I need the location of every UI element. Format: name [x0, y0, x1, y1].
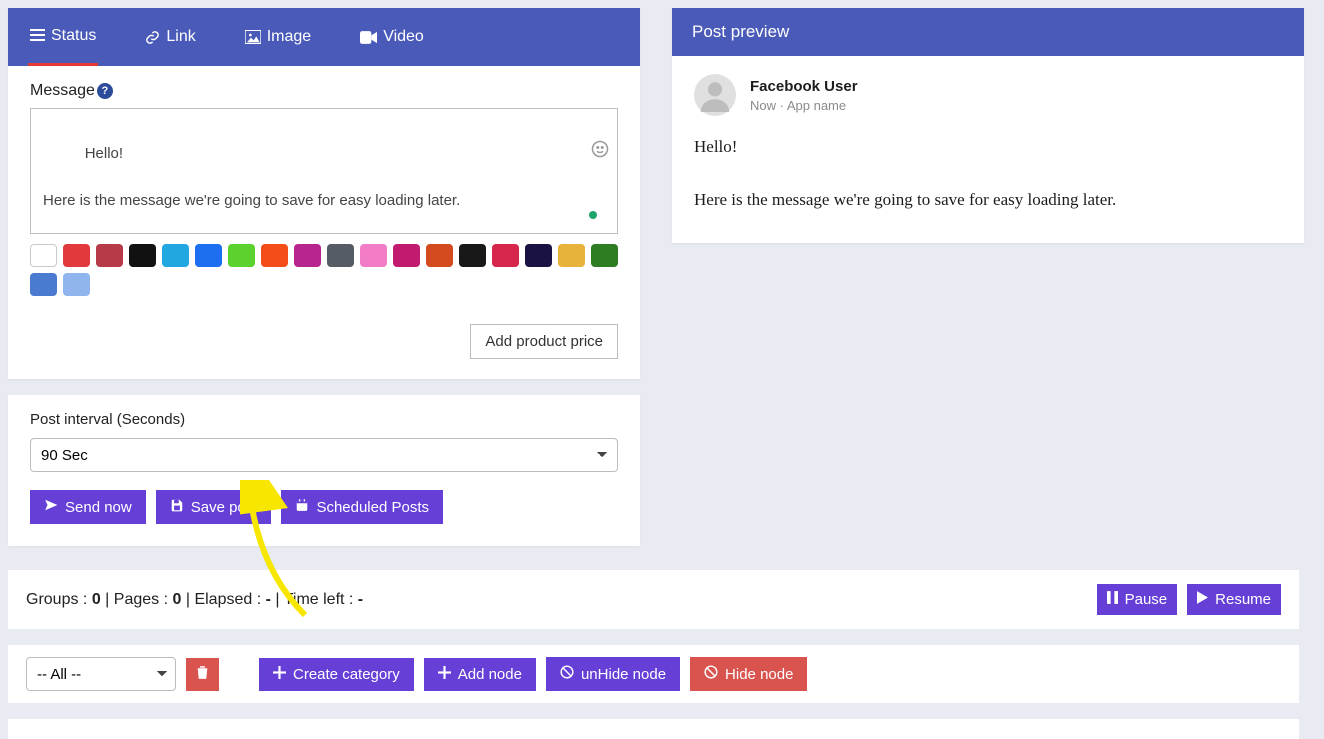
ban-icon	[560, 665, 574, 683]
link-icon	[145, 30, 160, 45]
resume-button[interactable]: Resume	[1187, 584, 1281, 615]
bg-swatch[interactable]	[294, 244, 321, 267]
bg-swatch[interactable]	[525, 244, 552, 267]
status-dot-icon	[589, 211, 597, 219]
pause-button[interactable]: Pause	[1097, 584, 1178, 615]
emoji-icon[interactable]	[541, 117, 609, 189]
tab-image[interactable]: Image	[243, 10, 313, 64]
help-icon[interactable]: ?	[97, 83, 113, 99]
node-toolbar: -- All -- Create category Add node unHid…	[8, 645, 1299, 703]
avatar-icon	[694, 74, 736, 116]
preview-body: Hello! Here is the message we're going t…	[694, 134, 1282, 213]
bg-swatch[interactable]	[162, 244, 189, 267]
tab-video[interactable]: Video	[358, 10, 426, 64]
tab-video-label: Video	[383, 28, 424, 46]
play-icon	[1197, 591, 1208, 608]
bg-swatch[interactable]	[591, 244, 618, 267]
bg-swatch[interactable]	[459, 244, 486, 267]
bg-swatch-row	[30, 244, 618, 296]
calendar-icon	[295, 498, 309, 516]
bg-swatch[interactable]	[558, 244, 585, 267]
tab-status-label: Status	[51, 27, 96, 45]
bg-swatch[interactable]	[393, 244, 420, 267]
category-filter-select[interactable]: -- All --	[26, 657, 176, 691]
bg-swatch[interactable]	[195, 244, 222, 267]
preview-title: Post preview	[672, 8, 1304, 56]
post-type-tabs: Status Link Image	[8, 8, 640, 66]
plus-icon	[438, 666, 451, 683]
message-textarea[interactable]: Hello! Here is the message we're going t…	[30, 108, 618, 234]
bg-swatch[interactable]	[327, 244, 354, 267]
bg-swatch[interactable]	[492, 244, 519, 267]
save-post-button[interactable]: Save post	[156, 490, 272, 524]
unhide-node-button[interactable]: unHide node	[546, 657, 680, 691]
preview-username: Facebook User	[750, 78, 858, 95]
create-category-button[interactable]: Create category	[259, 658, 414, 691]
tab-link[interactable]: Link	[143, 10, 197, 64]
message-text: Hello! Here is the message we're going t…	[43, 145, 460, 209]
interval-select[interactable]: 90 Sec	[30, 438, 618, 472]
bg-swatch[interactable]	[129, 244, 156, 267]
add-node-button[interactable]: Add node	[424, 658, 536, 691]
ban-icon	[704, 665, 718, 683]
image-icon	[245, 30, 261, 44]
message-label: Message ?	[30, 82, 618, 100]
pause-icon	[1107, 591, 1118, 608]
video-icon	[360, 31, 377, 44]
trash-icon	[196, 665, 209, 684]
scheduled-posts-button[interactable]: Scheduled Posts	[281, 490, 443, 524]
progress-text: Groups : 0 | Pages : 0 | Elapsed : - | T…	[26, 591, 363, 609]
bg-swatch[interactable]	[426, 244, 453, 267]
list-icon	[30, 29, 45, 42]
preview-meta: Now · App name	[750, 98, 858, 113]
interval-label: Post interval (Seconds)	[30, 411, 618, 428]
bg-swatch[interactable]	[360, 244, 387, 267]
preview-panel: Post preview Facebook User Now · App nam…	[672, 8, 1304, 243]
bg-swatch[interactable]	[96, 244, 123, 267]
bg-swatch[interactable]	[228, 244, 255, 267]
tab-status[interactable]: Status	[28, 9, 98, 66]
plus-icon	[273, 666, 286, 683]
bg-swatch[interactable]	[261, 244, 288, 267]
send-now-button[interactable]: Send now	[30, 490, 146, 524]
tab-image-label: Image	[267, 28, 311, 46]
hide-node-button[interactable]: Hide node	[690, 657, 807, 691]
tab-link-label: Link	[166, 28, 195, 46]
interval-panel: Post interval (Seconds) 90 Sec Send now …	[8, 395, 640, 546]
composer-panel: Status Link Image	[8, 8, 640, 379]
add-product-price-button[interactable]: Add product price	[470, 324, 618, 359]
save-icon	[170, 498, 184, 516]
paper-plane-icon	[44, 498, 58, 516]
progress-status-bar: Groups : 0 | Pages : 0 | Elapsed : - | T…	[8, 570, 1299, 629]
bottom-panel	[8, 719, 1299, 739]
delete-button[interactable]	[186, 658, 219, 691]
